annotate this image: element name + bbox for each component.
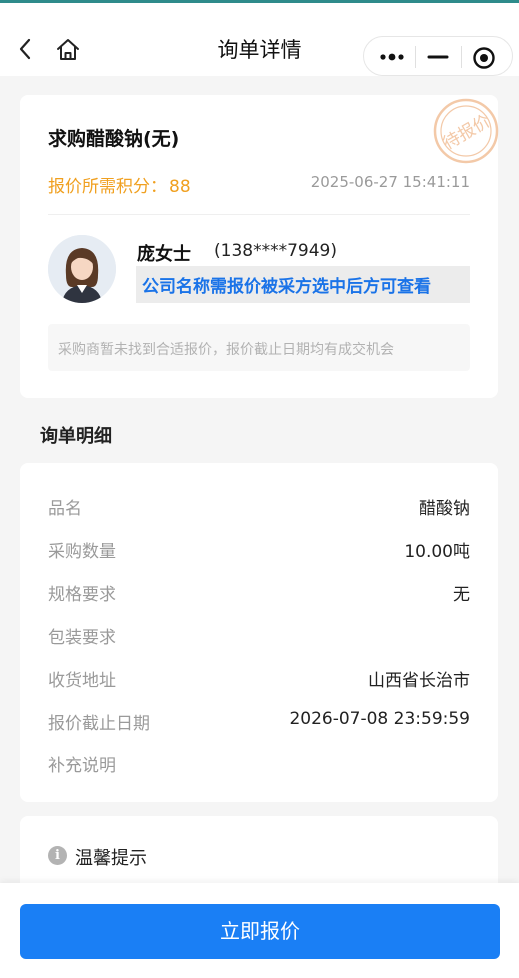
capsule-divider [461,46,462,68]
detail-row-remarks: 补充说明 [48,751,470,776]
contact-name: 庞女士 [137,244,191,265]
contact-phone[interactable]: (138****7949) [214,241,337,261]
minimize-icon[interactable] [426,47,450,67]
close-target-icon[interactable] [472,46,496,70]
detail-row-quantity: 采购数量 10.00吨 [48,537,470,562]
request-summary-card: 待报价 求购醋酸钠(无) 报价所需积分： 88 2025-06-27 15:41:… [20,95,499,398]
quote-now-button[interactable]: 立即报价 [20,904,500,959]
detail-value: 10.00吨 [404,542,470,562]
detail-label: 规格要求 [48,585,116,605]
mini-program-capsule [363,36,513,76]
request-timestamp: 2025-06-27 15:41:11 [310,173,470,191]
detail-value: 醋酸钠 [419,499,470,519]
detail-section-title: 询单明细 [40,426,112,447]
points-value: 88 [169,177,191,197]
detail-value: 无 [453,585,470,605]
avatar [48,235,116,303]
detail-row-address: 收货地址 山西省长治市 [48,666,470,691]
svg-text:待报价: 待报价 [440,111,494,154]
detail-label: 补充说明 [48,756,116,776]
quote-hint: 采购商暂未找到合适报价，报价截止日期均有成交机会 [48,324,470,371]
divider [48,214,470,215]
company-hidden-note: 公司名称需报价被采方选中后方可查看 [136,266,470,303]
points-required: 报价所需积分： 88 [48,172,191,197]
more-dots-icon[interactable] [378,47,408,67]
bottom-action-bar: 立即报价 [0,883,519,978]
navigation-bar: 询单详情 [0,0,519,76]
tips-title: 温馨提示 [75,848,147,869]
detail-label: 报价截止日期 [48,714,150,734]
detail-row-spec: 规格要求 无 [48,580,470,605]
detail-row-deadline: 报价截止日期 2026-07-08 23:59:59 [48,709,470,734]
points-label: 报价所需积分： [48,177,167,197]
female-avatar-icon [48,235,116,303]
request-detail-card: 品名 醋酸钠 采购数量 10.00吨 规格要求 无 包装要求 收货地址 山西省长… [20,463,498,802]
info-icon: i [48,846,67,865]
pending-quote-stamp: 待报价 [433,98,499,164]
detail-label: 品名 [48,499,82,519]
detail-row-product: 品名 醋酸钠 [48,494,470,519]
detail-value: 2026-07-08 23:59:59 [289,709,470,729]
request-title: 求购醋酸钠(无) [48,128,180,150]
detail-value: 山西省长治市 [368,671,470,691]
capsule-divider [415,46,416,68]
detail-label: 采购数量 [48,542,116,562]
detail-label: 收货地址 [48,671,116,691]
detail-label: 包装要求 [48,628,116,648]
detail-row-packaging: 包装要求 [48,623,470,648]
